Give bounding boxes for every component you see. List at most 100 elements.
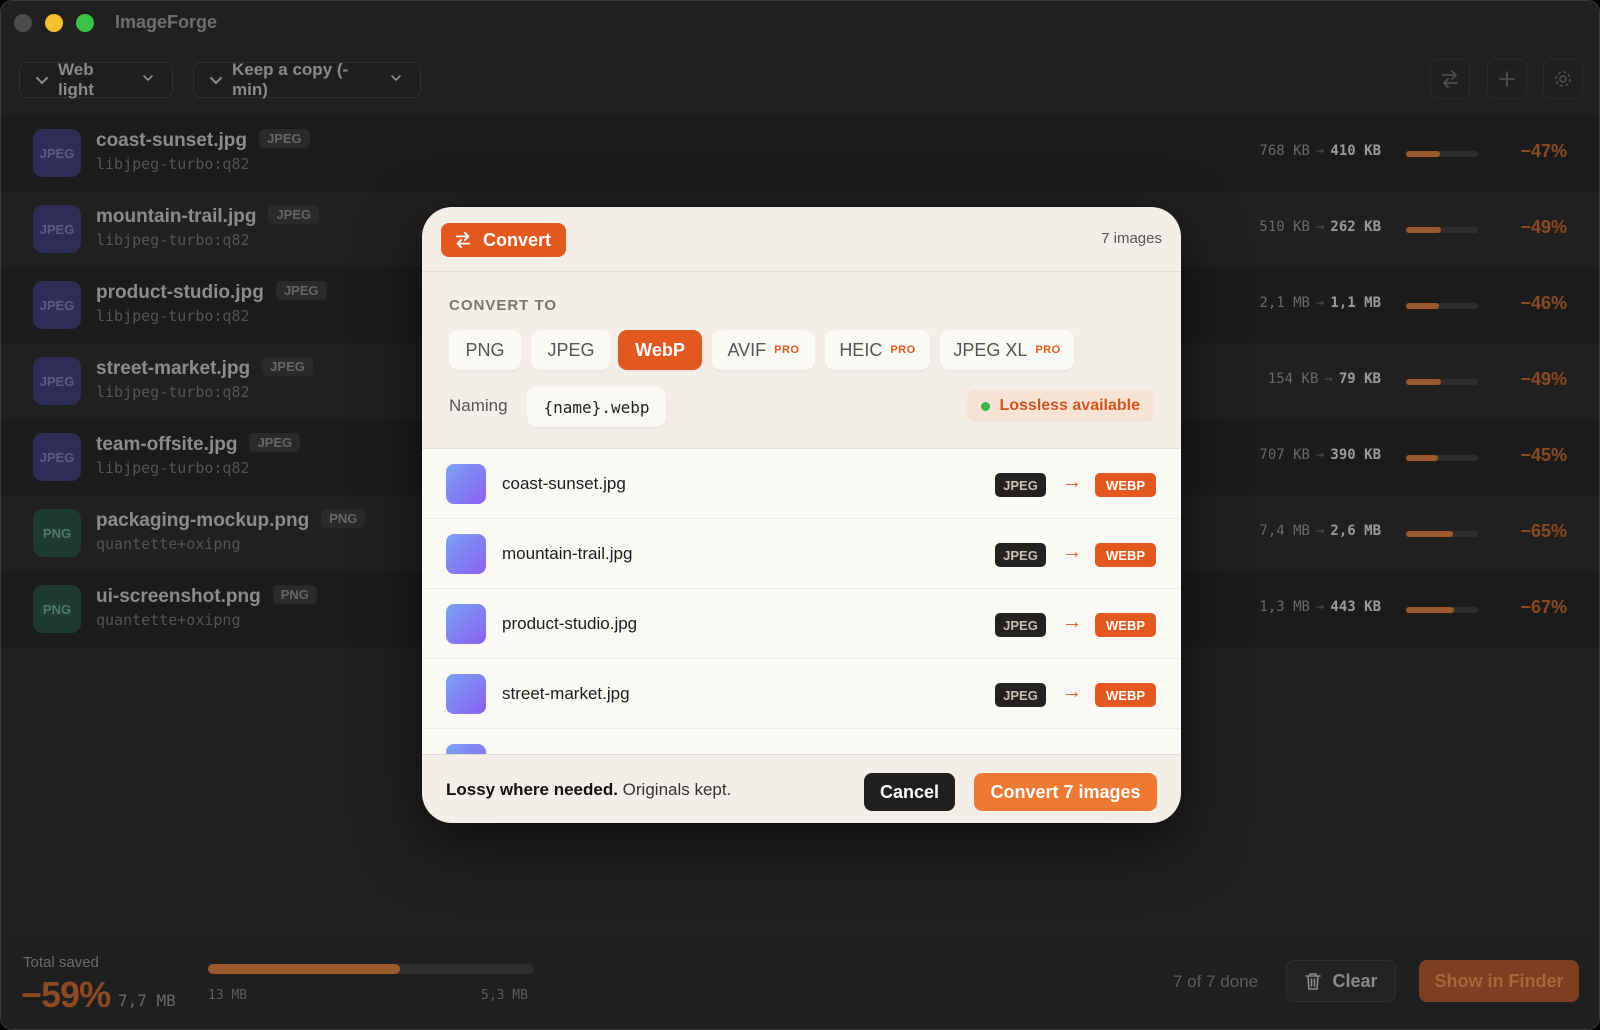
format-option-png[interactable]: PNG bbox=[449, 330, 521, 370]
source-format-tag: JPEG bbox=[995, 683, 1046, 707]
conversion-file-list[interactable]: coast-sunset.jpg JPEG → WEBP mountain-trail.… bbox=[422, 448, 1181, 754]
conversion-row: coast-sunset.jpg JPEG → WEBP bbox=[422, 449, 1181, 519]
savings-bar-fill bbox=[1406, 379, 1442, 385]
file-name: coast-sunset.jpg JPEG bbox=[96, 129, 310, 152]
source-format-tag: JPEG bbox=[995, 543, 1046, 567]
optimized-total-size: 5,3 MB bbox=[481, 988, 528, 1003]
size-before: 7,4 MB bbox=[1259, 523, 1310, 539]
pro-badge: PRO bbox=[890, 344, 916, 356]
conversion-file-name: street-market.jpg bbox=[502, 684, 630, 703]
arrow-right-icon: → bbox=[1315, 143, 1325, 159]
status-dot-icon bbox=[981, 401, 991, 411]
conversion-row: product-studio.jpg JPEG → WEBP bbox=[422, 589, 1181, 659]
file-sizes: 2,1 MB → 1,1 MB bbox=[1259, 295, 1381, 311]
arrow-right-icon: → bbox=[1315, 523, 1325, 539]
file-name: product-studio.jpg JPEG bbox=[96, 281, 327, 304]
file-encoder: libjpeg-turbo:q82 bbox=[96, 459, 250, 477]
savings-bar-fill bbox=[1406, 303, 1440, 309]
size-after: 443 KB bbox=[1330, 599, 1381, 615]
source-format-tag: JPEG bbox=[995, 473, 1046, 497]
total-saved-size: 7,7 MB bbox=[118, 991, 176, 1010]
format-label: JPEG bbox=[547, 339, 595, 360]
file-encoder: quantette+oxipng bbox=[96, 535, 241, 553]
savings-bar bbox=[1406, 151, 1478, 157]
size-before: 154 KB bbox=[1267, 371, 1319, 387]
format-option-jpeg-xl[interactable]: JPEG XL PRO bbox=[940, 330, 1074, 370]
cancel-button[interactable]: Cancel bbox=[864, 773, 955, 811]
image-thumbnail bbox=[446, 604, 486, 644]
chevron-down-small-icon bbox=[390, 72, 406, 88]
title-bar: ImageForge bbox=[1, 1, 1599, 45]
total-saved-percent: −59% bbox=[21, 974, 111, 1015]
preset-dropdown[interactable]: Web light bbox=[19, 60, 173, 99]
file-thumbnail: PNG bbox=[33, 509, 81, 557]
clear-button[interactable]: Clear bbox=[1286, 960, 1396, 1002]
file-name: packaging-mockup.png PNG bbox=[96, 509, 366, 532]
savings-bar bbox=[1406, 531, 1478, 537]
savings-bar bbox=[1406, 303, 1478, 309]
size-after: 262 KB bbox=[1330, 219, 1381, 235]
format-option-jpeg[interactable]: JPEG bbox=[531, 330, 611, 370]
conversion-file-name: mountain-trail.jpg bbox=[502, 544, 633, 563]
format-option-webp[interactable]: WebP bbox=[618, 330, 702, 370]
file-row[interactable]: JPEG coast-sunset.jpg JPEG libjpeg-turbo:q8… bbox=[1, 115, 1599, 191]
savings-bar-fill bbox=[1406, 227, 1442, 233]
show-in-finder-button[interactable]: Show in Finder bbox=[1419, 960, 1579, 1002]
savings-percent: −49% bbox=[1520, 369, 1567, 389]
file-sizes: 768 KB → 410 KB bbox=[1259, 143, 1381, 159]
minimize-window-button[interactable] bbox=[45, 14, 63, 32]
convert-images-button[interactable]: Convert 7 images bbox=[974, 773, 1157, 811]
file-encoder: libjpeg-turbo:q82 bbox=[96, 155, 250, 173]
close-window-button[interactable] bbox=[14, 14, 32, 32]
file-name-text: product-studio.jpg bbox=[96, 282, 264, 303]
pro-badge: PRO bbox=[774, 344, 800, 356]
settings-button[interactable] bbox=[1543, 59, 1583, 99]
savings-percent: −67% bbox=[1520, 597, 1567, 617]
file-name: ui-screenshot.png PNG bbox=[96, 585, 317, 608]
maximize-window-button[interactable] bbox=[76, 14, 94, 32]
dialog-title: Convert bbox=[483, 229, 552, 250]
file-format-tag: PNG bbox=[321, 509, 366, 528]
file-name: mountain-trail.jpg JPEG bbox=[96, 205, 320, 228]
convert-dialog: Convert 7 images CONVERT TO PNG JPEG WebP A… bbox=[422, 207, 1181, 823]
file-sizes: 707 KB → 390 KB bbox=[1259, 447, 1381, 463]
trash-icon bbox=[1305, 973, 1322, 990]
file-name-text: mountain-trail.jpg bbox=[96, 206, 257, 227]
chevron-down-small-icon bbox=[142, 72, 158, 88]
add-files-button[interactable] bbox=[1487, 59, 1527, 99]
file-sizes: 7,4 MB → 2,6 MB bbox=[1259, 523, 1381, 539]
arrow-right-icon: → bbox=[1315, 295, 1325, 311]
savings-percent: −46% bbox=[1520, 293, 1567, 313]
format-option-avif[interactable]: AVIF PRO bbox=[712, 330, 815, 370]
convert-toolbar-button[interactable] bbox=[1430, 59, 1470, 99]
arrow-right-icon: → bbox=[1062, 541, 1082, 563]
file-name-text: team-offsite.jpg bbox=[96, 434, 238, 455]
file-name-text: packaging-mockup.png bbox=[96, 510, 310, 531]
status-footer: Total saved −59% 7,7 MB 13 MB 5,3 MB 7 o… bbox=[1, 931, 1599, 1029]
target-format-tag: WEBP bbox=[1095, 543, 1156, 567]
arrow-right-icon: → bbox=[1315, 447, 1325, 463]
file-format-tag: PNG bbox=[272, 585, 317, 604]
footer-note-bold: Lossy where needed. bbox=[446, 780, 618, 799]
image-thumbnail bbox=[446, 744, 486, 754]
swap-icon bbox=[455, 231, 471, 249]
savings-bar-fill bbox=[1406, 531, 1453, 537]
naming-pattern-field[interactable]: {name}.webp bbox=[527, 387, 666, 427]
target-format-tag: WEBP bbox=[1095, 473, 1156, 497]
copy-mode-dropdown[interactable]: Keep a copy (-min) bbox=[193, 60, 421, 99]
arrow-right-icon: → bbox=[1315, 219, 1325, 235]
target-format-tag: WEBP bbox=[1095, 613, 1156, 637]
dialog-header: Convert 7 images bbox=[422, 207, 1181, 272]
app-window: ImageForge Web light Keep a copy (-min) bbox=[0, 0, 1600, 1030]
file-encoder: libjpeg-turbo:q82 bbox=[96, 383, 250, 401]
lossless-available-badge[interactable]: Lossless available bbox=[967, 390, 1154, 422]
format-option-heic[interactable]: HEIC PRO bbox=[825, 330, 930, 370]
image-thumbnail bbox=[446, 464, 486, 504]
conversion-row: street-market.jpg JPEG → WEBP bbox=[422, 659, 1181, 729]
size-after: 79 KB bbox=[1338, 371, 1381, 387]
toolbar: Web light Keep a copy (-min) bbox=[1, 57, 1599, 103]
clear-label: Clear bbox=[1332, 970, 1378, 991]
file-name-text: street-market.jpg bbox=[96, 358, 251, 379]
format-label: HEIC bbox=[839, 339, 883, 360]
file-name-text: ui-screenshot.png bbox=[96, 586, 261, 607]
